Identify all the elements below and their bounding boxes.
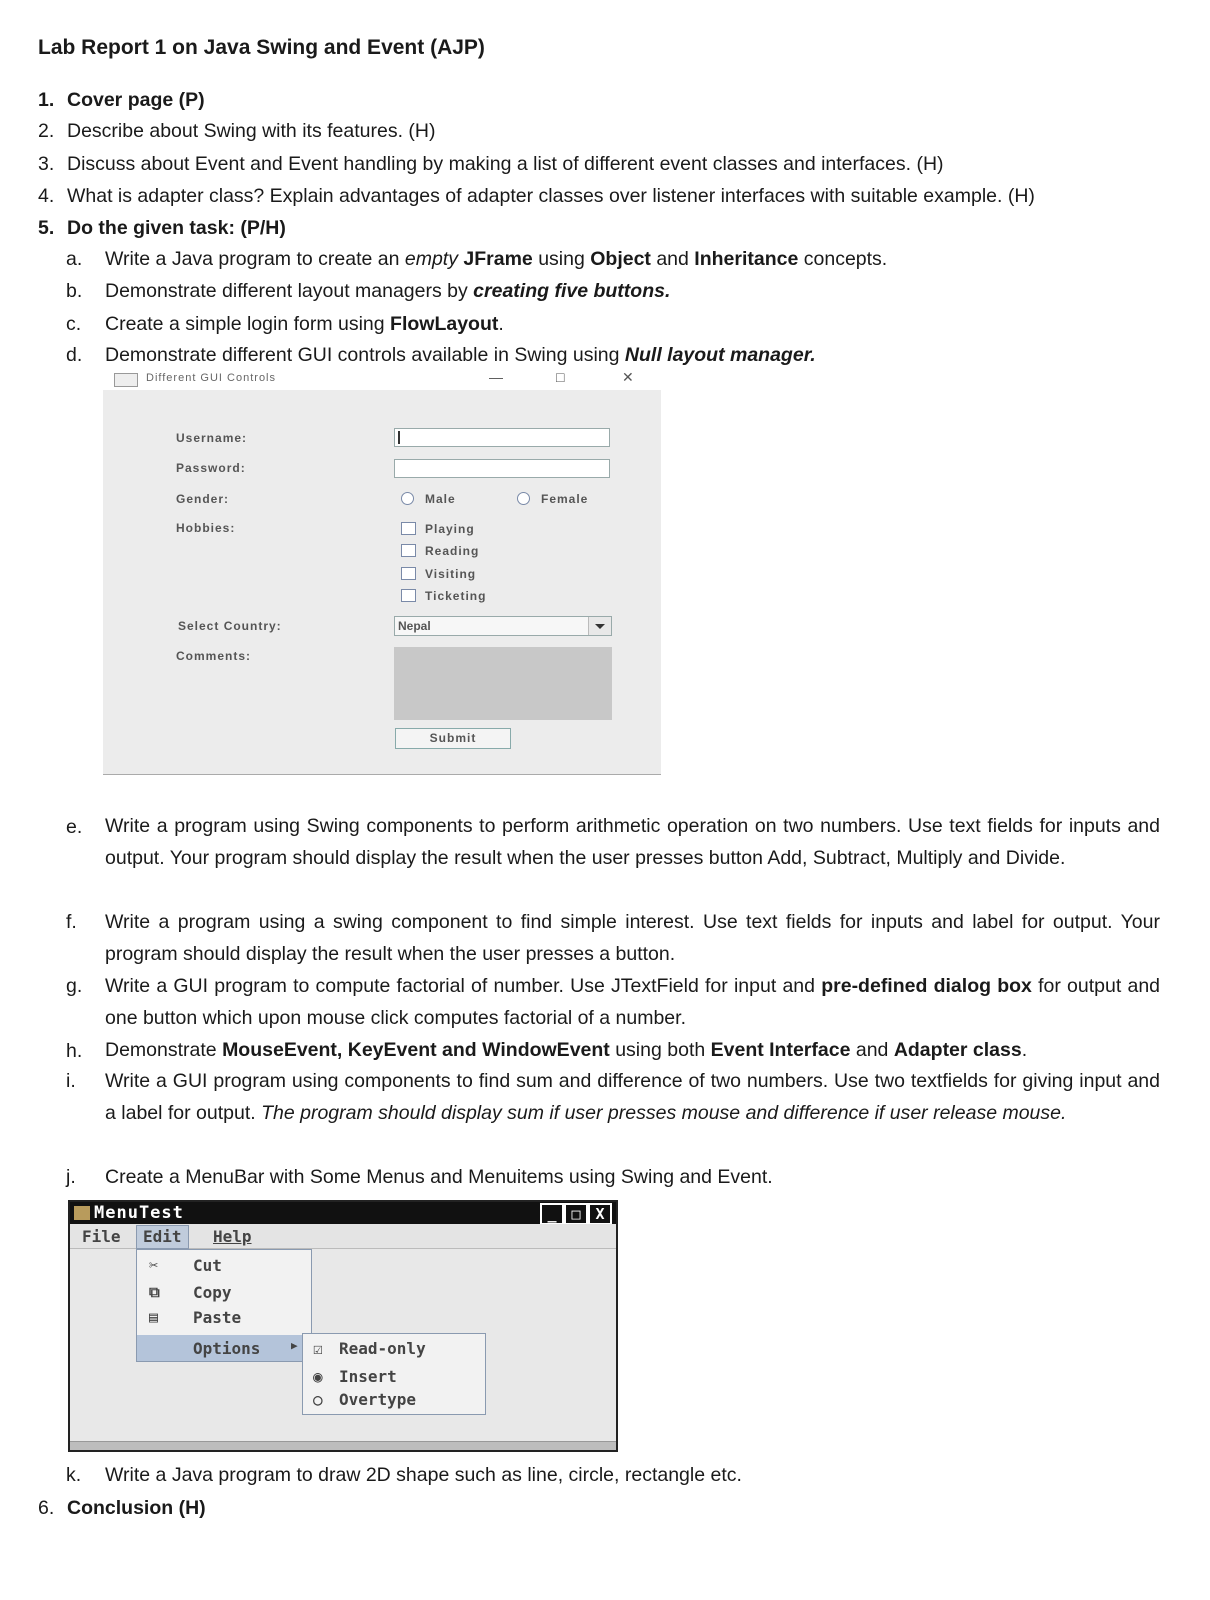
username-field[interactable] [394,428,610,447]
hobby-label: Reading [425,544,480,558]
gender-label: Gender: [176,492,230,506]
checkbox-checked-icon: ☑ [313,1339,323,1358]
close-icon[interactable]: ✕ [622,369,634,386]
gui-window-title: Different GUI Controls [146,372,277,384]
menu-item-overtype[interactable]: Overtype [339,1390,416,1409]
close-icon[interactable]: X [588,1203,612,1225]
comments-label: Comments: [176,649,252,663]
menu-edit[interactable]: Edit [136,1225,189,1249]
country-label: Select Country: [178,619,282,633]
window-bottom-edge [70,1441,616,1450]
menu-help[interactable]: Help [213,1227,252,1246]
java-cup-icon [74,1206,90,1220]
menu-item-cut[interactable]: Cut [193,1256,222,1275]
hobby-label: Visiting [425,567,477,581]
password-field[interactable] [394,459,610,478]
male-label: Male [425,492,456,506]
menu-file[interactable]: File [82,1227,121,1246]
username-label: Username: [176,431,248,445]
female-radio[interactable] [517,492,530,505]
paste-icon: ▤ [149,1308,159,1326]
radio-selected-icon: ◉ [313,1367,323,1386]
menu-bar: File Edit Help [70,1224,616,1249]
menutest-title: MenuTest [94,1203,184,1223]
scissors-icon: ✂ [149,1256,159,1274]
menu-item-paste[interactable]: Paste [193,1308,241,1327]
text-cursor [398,431,400,444]
submenu-arrow-icon: ▶ [291,1339,298,1352]
country-select[interactable]: Nepal [394,616,612,636]
copy-icon: ⧉ [149,1283,160,1301]
menu-item-copy[interactable]: Copy [193,1283,232,1302]
radio-unselected-icon: ○ [313,1390,323,1409]
hobby-label: Ticketing [425,589,487,603]
hobby-checkbox-playing[interactable] [401,522,416,535]
menutest-titlebar: MenuTest _ □ X [70,1202,616,1225]
country-select-value: Nepal [398,619,431,633]
hobby-label: Playing [425,522,475,536]
male-radio[interactable] [401,492,414,505]
password-label: Password: [176,461,246,475]
female-label: Female [541,492,589,506]
page-title: Lab Report 1 on Java Swing and Event (AJ… [38,36,485,59]
minimize-icon[interactable]: _ [540,1203,564,1225]
menutest-screenshot: MenuTest _ □ X File Edit Help ✂ Cut ⧉ Co… [68,1200,618,1452]
options-submenu: ☑ Read-only ◉ Insert ○ Overtype [302,1333,486,1415]
gui-window-titlebar: Different GUI Controls — □ ✕ [114,369,644,388]
hobby-checkbox-ticketing[interactable] [401,589,416,602]
hobby-checkbox-reading[interactable] [401,544,416,557]
maximize-icon[interactable]: □ [556,369,564,385]
menu-item-insert[interactable]: Insert [339,1367,397,1386]
menu-item-readonly[interactable]: Read-only [339,1339,426,1358]
minimize-icon[interactable]: — [489,369,503,385]
submit-button[interactable]: Submit [395,728,511,749]
maximize-icon[interactable]: □ [564,1203,588,1225]
comments-textarea[interactable] [394,647,612,720]
hobby-checkbox-visiting[interactable] [401,567,416,580]
edit-menu-popup: ✂ Cut ⧉ Copy ▤ Paste Options ▶ [136,1249,312,1362]
hobbies-label: Hobbies: [176,521,236,535]
window-app-icon [114,373,138,387]
menu-item-options[interactable]: Options [193,1339,260,1358]
chevron-down-icon[interactable] [588,617,611,635]
